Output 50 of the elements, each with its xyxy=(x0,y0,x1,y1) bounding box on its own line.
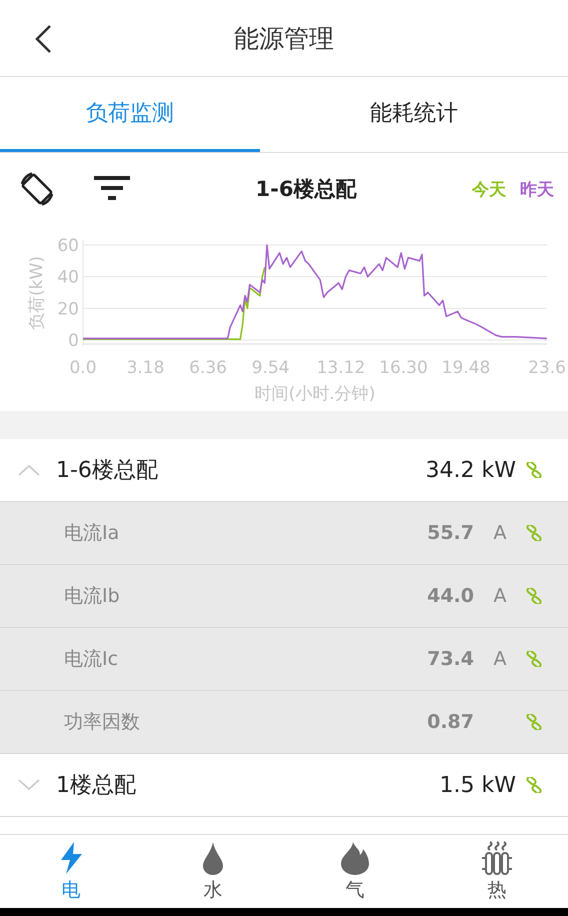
x-tick-label: 19.48 xyxy=(442,358,490,378)
group-name: 1楼总配 xyxy=(56,772,136,800)
measurement-label: 功率因数 xyxy=(64,710,140,735)
measurement-value: 73.4 xyxy=(426,648,474,670)
x-axis-title: 时间(小时.分钟) xyxy=(254,384,376,404)
filter-icon[interactable] xyxy=(94,176,130,202)
x-tick-label: 6.36 xyxy=(189,358,227,378)
measurement-unit: A xyxy=(492,648,508,670)
x-tick-label: 16.30 xyxy=(379,358,428,378)
y-tick-label: 20 xyxy=(57,299,79,320)
group-value: 1.5 kW xyxy=(440,772,516,798)
link-icon[interactable] xyxy=(526,525,542,541)
x-tick-label: 23.6 xyxy=(528,358,566,378)
group-value: 34.2 kW xyxy=(426,458,516,482)
rotate-screen-icon[interactable] xyxy=(18,170,56,208)
back-icon[interactable] xyxy=(34,24,52,54)
x-tick-label: 13.12 xyxy=(316,358,366,378)
measurement-value: 44.0 xyxy=(426,585,474,607)
y-tick-label: 60 xyxy=(57,236,79,256)
nav-tab[interactable]: 热 xyxy=(426,835,568,909)
y-tick-label: 40 xyxy=(57,268,79,288)
tab[interactable]: 负荷监测 xyxy=(0,77,260,152)
y-axis-title: 负荷(kW) xyxy=(27,256,47,330)
measurement-value: 55.7 xyxy=(426,522,474,544)
device-title: 1-6楼总配 xyxy=(256,177,356,201)
group-name: 1-6楼总配 xyxy=(56,457,158,485)
link-icon[interactable] xyxy=(526,462,542,478)
radiator-icon xyxy=(481,841,513,875)
legend-label[interactable]: 昨天 xyxy=(520,178,554,200)
x-tick-label: 0.0 xyxy=(69,358,97,378)
link-icon[interactable] xyxy=(526,651,542,667)
measurement-label: 电流Ic xyxy=(64,647,118,672)
x-tick-label: 3.18 xyxy=(126,358,164,378)
link-icon[interactable] xyxy=(526,777,542,793)
measurement-value: 0.87 xyxy=(426,711,474,733)
measurement-label: 电流Ia xyxy=(64,521,120,546)
x-tick-label: 9.54 xyxy=(252,358,290,378)
page-title: 能源管理 xyxy=(234,22,334,54)
tab[interactable]: 能耗统计 xyxy=(260,77,568,152)
nav-tab[interactable]: 气 xyxy=(284,835,426,909)
flame-icon xyxy=(340,841,370,875)
y-tick-label: 0 xyxy=(68,331,79,351)
nav-tab[interactable]: 水 xyxy=(142,835,284,909)
nav-tab[interactable]: 电 xyxy=(0,835,142,909)
water-drop-icon xyxy=(202,841,224,875)
measurement-unit: A xyxy=(492,585,508,607)
link-icon[interactable] xyxy=(526,714,542,730)
measurement-label: 电流Ib xyxy=(64,584,120,609)
link-icon[interactable] xyxy=(526,588,542,604)
measurement-unit: A xyxy=(492,522,508,544)
